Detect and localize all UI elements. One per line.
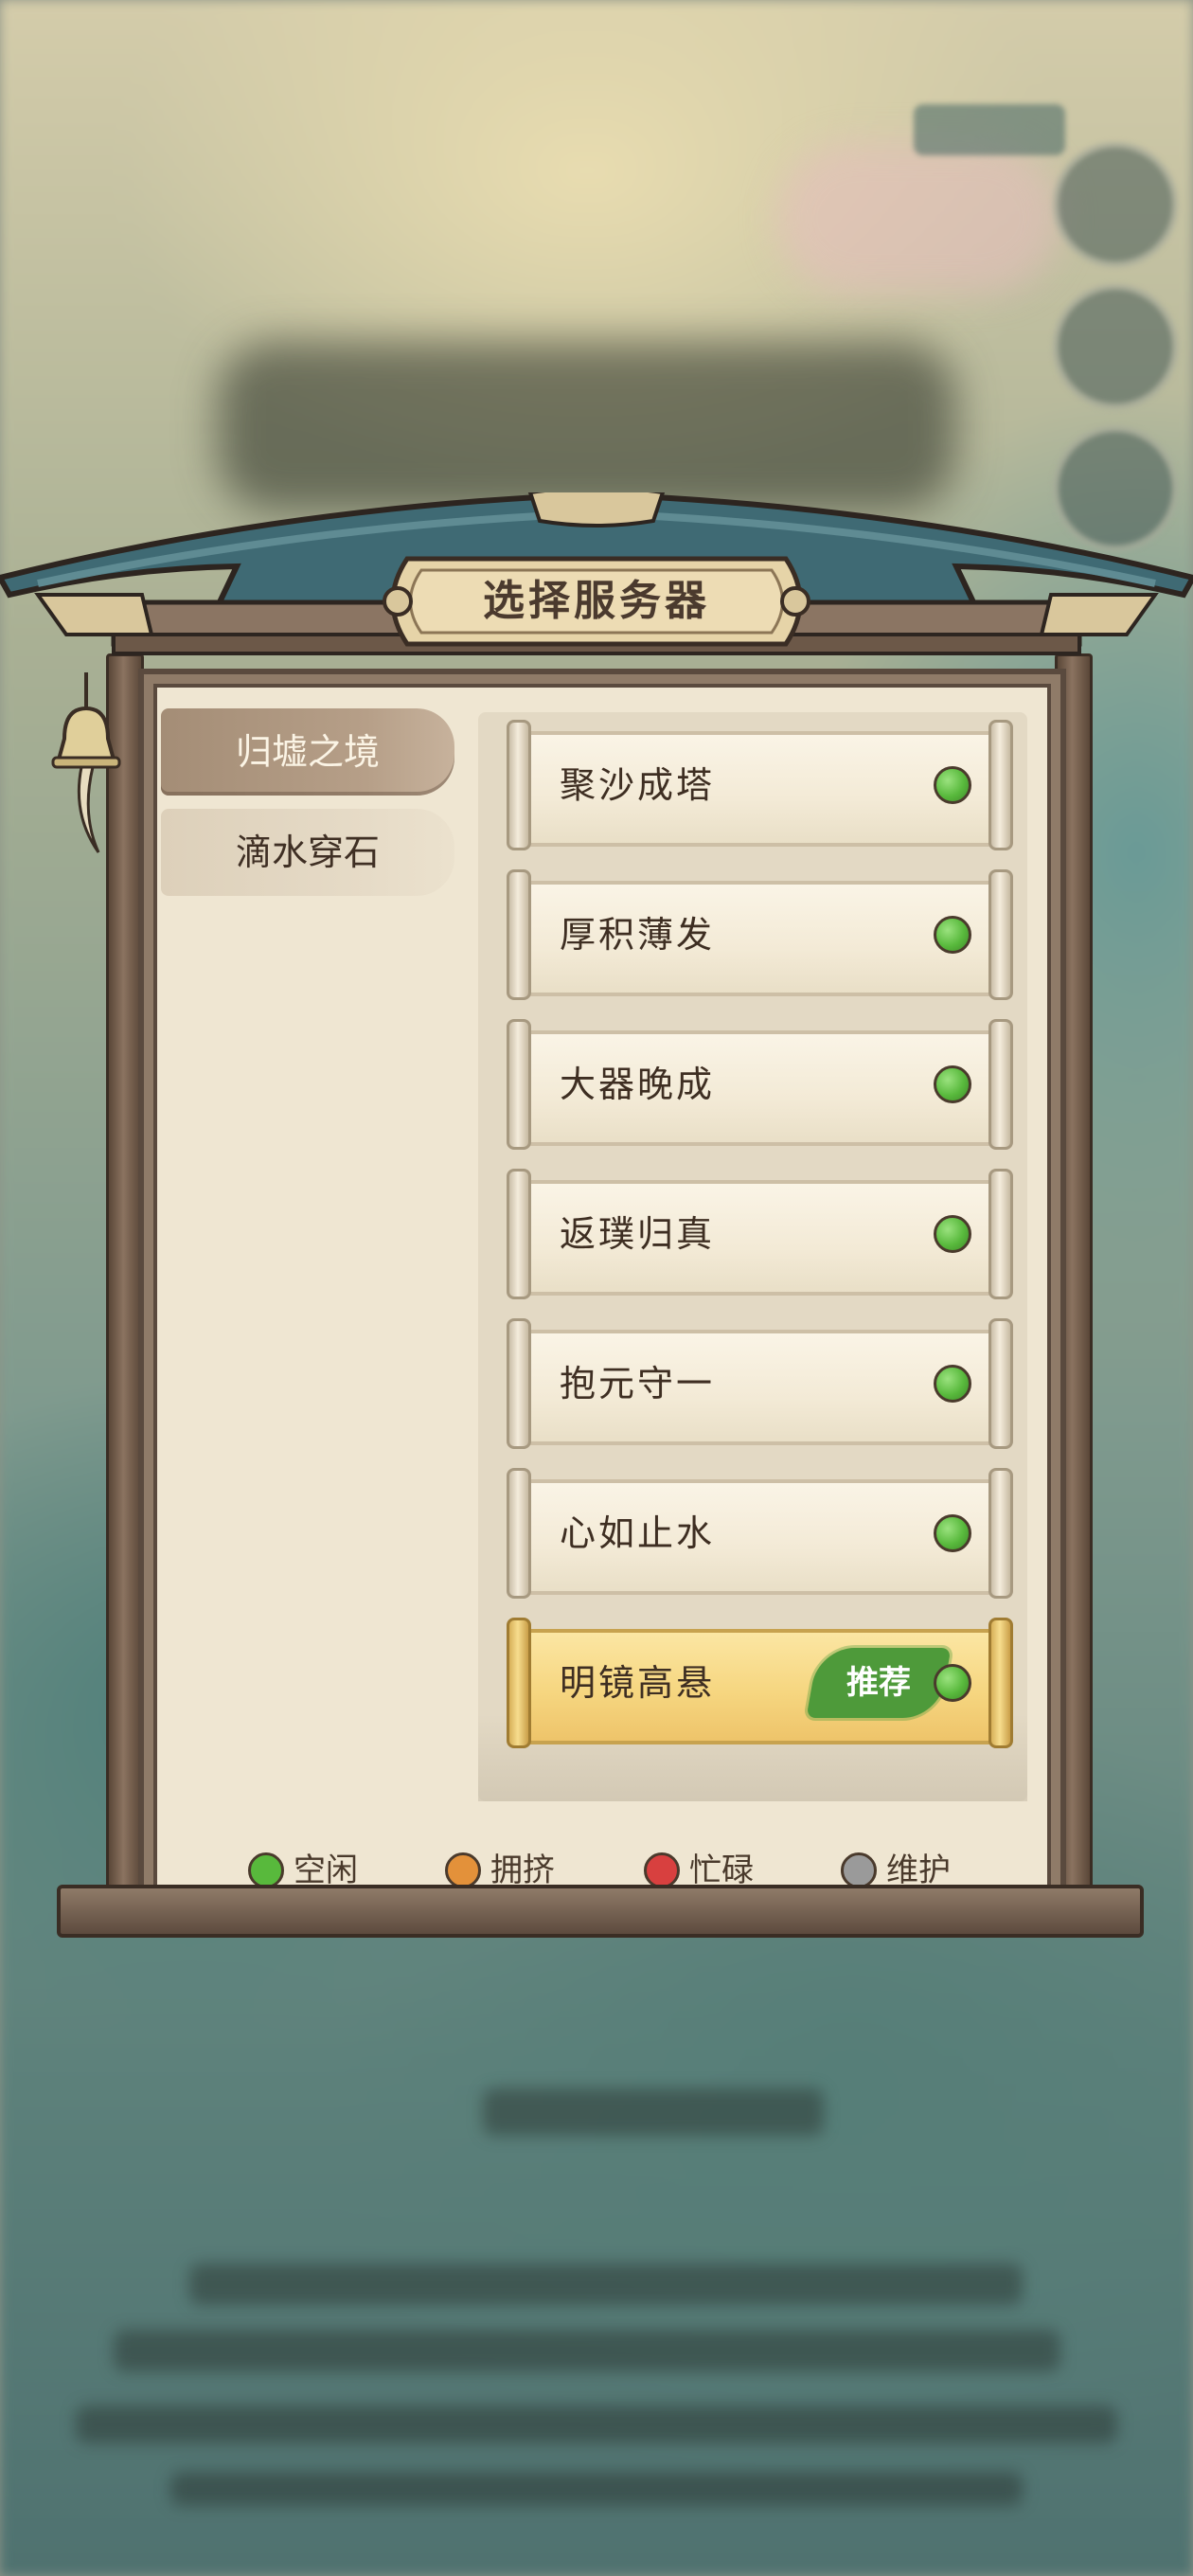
pavilion-base-beam	[57, 1885, 1144, 1938]
background-badge	[914, 104, 1065, 155]
server-name: 聚沙成塔	[560, 764, 716, 806]
server-item-fanpuguizhen[interactable]: 返璞归真	[507, 1169, 1013, 1299]
scroll-roller	[507, 1318, 531, 1449]
region-tab-list: 归墟之境 滴水穿石	[161, 708, 454, 909]
scroll-roller	[507, 1169, 531, 1299]
server-name: 心如止水	[560, 1512, 716, 1554]
status-idle-icon	[934, 1365, 971, 1403]
background-game-logo	[218, 341, 956, 511]
recommended-badge-label: 推荐	[846, 1664, 911, 1702]
bell-icon	[51, 672, 121, 853]
server-name: 返璞归真	[560, 1213, 716, 1255]
server-item-mingjinggaoxuan[interactable]: 明镜高悬 推荐	[507, 1618, 1013, 1748]
status-idle-icon	[934, 1514, 971, 1552]
scroll-roller	[988, 720, 1013, 850]
region-tab-guixu[interactable]: 归墟之境	[161, 708, 454, 796]
server-name: 明镜高悬	[560, 1662, 716, 1704]
server-item-jushachengta[interactable]: 聚沙成塔	[507, 720, 1013, 850]
scroll-roller	[988, 869, 1013, 1000]
server-item-houjibaofa[interactable]: 厚积薄发	[507, 869, 1013, 1000]
background-text	[170, 2472, 1023, 2506]
status-maintenance-icon	[841, 1852, 877, 1888]
status-idle-icon	[934, 1215, 971, 1253]
status-idle-icon	[934, 1065, 971, 1103]
dialog-title-plaque: 选择服务器	[369, 549, 824, 653]
status-idle-icon	[934, 1664, 971, 1702]
server-item-daqiwancheng[interactable]: 大器晚成	[507, 1019, 1013, 1150]
background-text	[114, 2330, 1060, 2371]
background-text	[483, 2088, 824, 2136]
status-crowded-icon	[445, 1852, 481, 1888]
background-text	[76, 2406, 1117, 2443]
region-tab-dishui[interactable]: 滴水穿石	[161, 809, 454, 896]
background-text	[189, 2263, 1023, 2305]
scroll-roller	[507, 1618, 531, 1748]
server-item-xinruzhishui[interactable]: 心如止水	[507, 1468, 1013, 1599]
dialog-title: 选择服务器	[483, 577, 710, 625]
scroll-roller	[988, 1318, 1013, 1449]
status-idle-icon	[934, 916, 971, 954]
status-idle-icon	[248, 1852, 284, 1888]
scroll-roller	[507, 720, 531, 850]
server-name: 抱元守一	[560, 1363, 716, 1404]
background-figure	[776, 142, 1060, 294]
scroll-roller	[507, 1468, 531, 1599]
status-busy-icon	[644, 1852, 680, 1888]
scroll-roller	[988, 1169, 1013, 1299]
region-tab-label: 滴水穿石	[235, 832, 380, 873]
scroll-roller	[507, 1019, 531, 1150]
server-select-dialog: 选择服务器 归墟之境 滴水穿石 聚沙成塔 厚积薄发 大器晚成 返璞归真 抱元守一…	[0, 492, 1193, 2008]
scroll-roller	[988, 1618, 1013, 1748]
scroll-roller	[507, 869, 531, 1000]
server-name: 大器晚成	[560, 1064, 716, 1105]
background-side-button	[1053, 284, 1178, 409]
status-idle-icon	[934, 766, 971, 804]
scroll-roller	[988, 1019, 1013, 1150]
server-item-baoyuanshouyi[interactable]: 抱元守一	[507, 1318, 1013, 1449]
background-side-button	[1053, 142, 1178, 267]
scroll-roller	[988, 1468, 1013, 1599]
region-tab-label: 归墟之境	[235, 731, 380, 773]
server-name: 厚积薄发	[560, 914, 716, 956]
